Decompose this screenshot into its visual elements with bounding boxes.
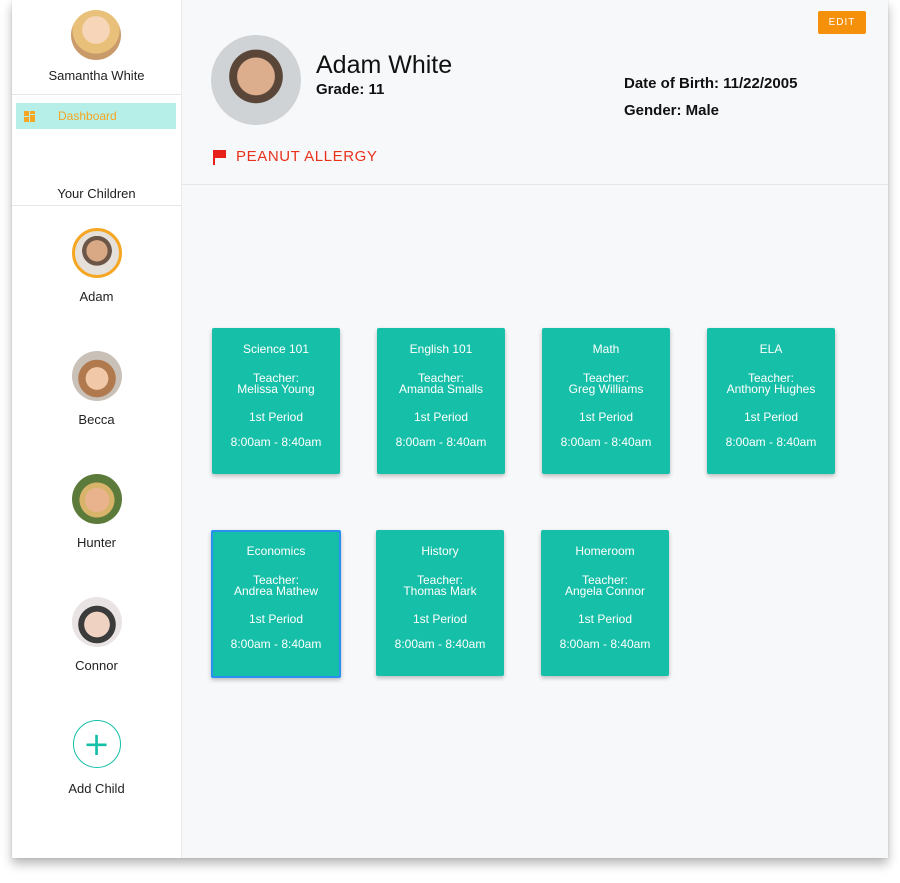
- app-window: Samantha White Dashboard Your Children A…: [12, 0, 888, 858]
- add-child-button[interactable]: + Add Child: [12, 720, 181, 796]
- sidebar-item-dashboard[interactable]: Dashboard: [16, 103, 176, 129]
- allergy-text: PEANUT ALLERGY: [236, 148, 378, 165]
- avatar: [71, 228, 122, 278]
- class-period: 1st Period: [413, 410, 469, 424]
- class-title: Economics: [246, 544, 306, 558]
- class-time: 8:00am - 8:40am: [725, 435, 817, 449]
- teacher-name: Amanda Smalls: [398, 382, 484, 396]
- user-name: Samantha White: [48, 68, 145, 83]
- class-period: 1st Period: [743, 410, 799, 424]
- class-title: Science 101: [242, 342, 310, 356]
- class-title: ELA: [759, 342, 783, 356]
- class-title: Math: [592, 342, 620, 356]
- date-of-birth: Date of Birth: 11/22/2005: [624, 75, 798, 92]
- class-card-math[interactable]: Math Teacher: Greg Williams 1st Period 8…: [542, 328, 670, 474]
- class-time: 8:00am - 8:40am: [230, 637, 322, 651]
- child-item-hunter[interactable]: Hunter: [12, 474, 181, 550]
- class-time: 8:00am - 8:40am: [559, 637, 651, 651]
- class-period: 1st Period: [248, 612, 304, 626]
- teacher-name: Angela Connor: [564, 584, 646, 598]
- child-item-becca[interactable]: Becca: [12, 351, 181, 427]
- teacher-name: Melissa Young: [237, 382, 315, 396]
- dashboard-icon: [24, 110, 35, 122]
- class-card-history[interactable]: History Teacher: Thomas Mark 1st Period …: [376, 530, 504, 676]
- teacher-name: Greg Williams: [568, 382, 644, 396]
- main-content: EDIT Adam White Grade: 11 Date of Birth:…: [182, 0, 888, 858]
- class-time: 8:00am - 8:40am: [560, 435, 652, 449]
- gender: Gender: Male: [624, 102, 720, 119]
- student-avatar: [211, 35, 301, 125]
- flag-icon: [212, 149, 226, 165]
- avatar: [71, 351, 122, 401]
- child-item-adam[interactable]: Adam: [12, 228, 181, 304]
- child-item-connor[interactable]: Connor: [12, 597, 181, 673]
- avatar: [71, 597, 122, 647]
- class-time: 8:00am - 8:40am: [395, 435, 487, 449]
- teacher-name: Thomas Mark: [403, 584, 477, 598]
- class-period: 1st Period: [578, 410, 634, 424]
- child-name: Becca: [78, 412, 115, 427]
- teacher-name: Anthony Hughes: [726, 382, 816, 396]
- class-time: 8:00am - 8:40am: [230, 435, 322, 449]
- user-avatar[interactable]: [71, 10, 121, 60]
- divider: [12, 205, 181, 206]
- teacher-name: Andrea Mathew: [233, 584, 319, 598]
- class-card-english[interactable]: English 101 Teacher: Amanda Smalls 1st P…: [377, 328, 505, 474]
- class-card-science[interactable]: Science 101 Teacher: Melissa Young 1st P…: [212, 328, 340, 474]
- add-child-label: Add Child: [68, 781, 125, 796]
- plus-icon: +: [83, 725, 110, 763]
- sidebar: Samantha White Dashboard Your Children A…: [12, 0, 182, 858]
- children-section-title: Your Children: [57, 186, 136, 201]
- child-name: Hunter: [76, 535, 117, 550]
- add-circle: +: [72, 720, 121, 768]
- class-period: 1st Period: [577, 612, 633, 626]
- class-card-economics[interactable]: Economics Teacher: Andrea Mathew 1st Per…: [211, 530, 341, 678]
- student-header: EDIT Adam White Grade: 11 Date of Birth:…: [182, 0, 888, 185]
- class-period: 1st Period: [248, 410, 304, 424]
- child-name: Adam: [79, 289, 114, 304]
- class-period: 1st Period: [412, 612, 468, 626]
- avatar: [71, 474, 122, 524]
- child-name: Connor: [75, 658, 118, 673]
- edit-button[interactable]: EDIT: [818, 11, 866, 34]
- allergy-alert: PEANUT ALLERGY: [212, 148, 378, 165]
- class-title: English 101: [409, 342, 473, 356]
- student-grade: Grade: 11: [316, 81, 385, 98]
- class-card-homeroom[interactable]: Homeroom Teacher: Angela Connor 1st Peri…: [541, 530, 669, 676]
- class-title: History: [421, 544, 459, 558]
- student-name: Adam White: [316, 51, 453, 79]
- sidebar-item-label: Dashboard: [58, 109, 117, 123]
- class-time: 8:00am - 8:40am: [394, 637, 486, 651]
- class-title: Homeroom: [575, 544, 635, 558]
- class-card-ela[interactable]: ELA Teacher: Anthony Hughes 1st Period 8…: [707, 328, 835, 474]
- user-profile: Samantha White: [12, 0, 181, 95]
